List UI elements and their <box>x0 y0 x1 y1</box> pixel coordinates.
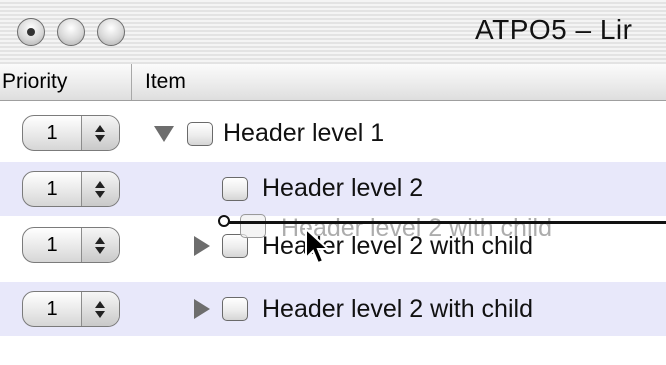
column-header-item[interactable]: Item <box>145 64 186 100</box>
table-row[interactable]: 1 Header level 2 with child <box>0 282 666 336</box>
drop-indicator-line <box>228 221 666 224</box>
stepper-up-icon[interactable] <box>95 301 105 308</box>
priority-value: 1 <box>46 298 58 320</box>
checkbox[interactable] <box>187 122 213 146</box>
row-label: Header level 2 with child <box>262 295 533 323</box>
window-title: ATPO5 – Lir <box>475 14 633 45</box>
checkbox[interactable] <box>222 177 248 201</box>
disclosure-triangle-closed-icon[interactable] <box>194 236 210 256</box>
minimize-button[interactable] <box>57 18 85 46</box>
stepper-arrows[interactable] <box>82 292 119 326</box>
arrow-cursor-icon <box>305 228 331 265</box>
row-label: Header level 2 <box>262 174 424 202</box>
stepper-arrows[interactable] <box>82 172 119 206</box>
stepper-arrows[interactable] <box>82 228 119 262</box>
priority-stepper[interactable]: 1 <box>22 291 120 327</box>
priority-value: 1 <box>46 122 58 144</box>
stepper-down-icon[interactable] <box>95 191 105 198</box>
stepper-up-icon[interactable] <box>95 181 105 188</box>
drag-ghost-checkbox <box>240 214 266 238</box>
priority-stepper[interactable]: 1 <box>22 115 120 151</box>
disclosure-triangle-open-icon[interactable] <box>154 126 174 142</box>
priority-stepper[interactable]: 1 <box>22 227 120 263</box>
stepper-down-icon[interactable] <box>95 135 105 142</box>
table-row[interactable]: 1 Header level 2 <box>0 162 666 216</box>
column-header: Priority Item <box>0 64 666 101</box>
column-header-priority[interactable]: Priority <box>0 64 132 100</box>
zoom-button[interactable] <box>97 18 125 46</box>
priority-value: 1 <box>46 178 58 200</box>
drop-indicator-circle <box>218 215 230 227</box>
stepper-down-icon[interactable] <box>95 247 105 254</box>
priority-stepper[interactable]: 1 <box>22 171 120 207</box>
table-row[interactable]: 1 Header level 1 <box>0 106 666 160</box>
stepper-up-icon[interactable] <box>95 237 105 244</box>
close-button[interactable] <box>17 18 45 46</box>
disclosure-triangle-closed-icon[interactable] <box>194 299 210 319</box>
stepper-down-icon[interactable] <box>95 311 105 318</box>
row-label: Header level 1 <box>223 119 385 147</box>
checkbox[interactable] <box>222 297 248 321</box>
window-titlebar[interactable]: ATPO5 – Lir <box>0 0 666 65</box>
stepper-arrows[interactable] <box>82 116 119 150</box>
priority-value: 1 <box>46 234 58 256</box>
stepper-up-icon[interactable] <box>95 125 105 132</box>
